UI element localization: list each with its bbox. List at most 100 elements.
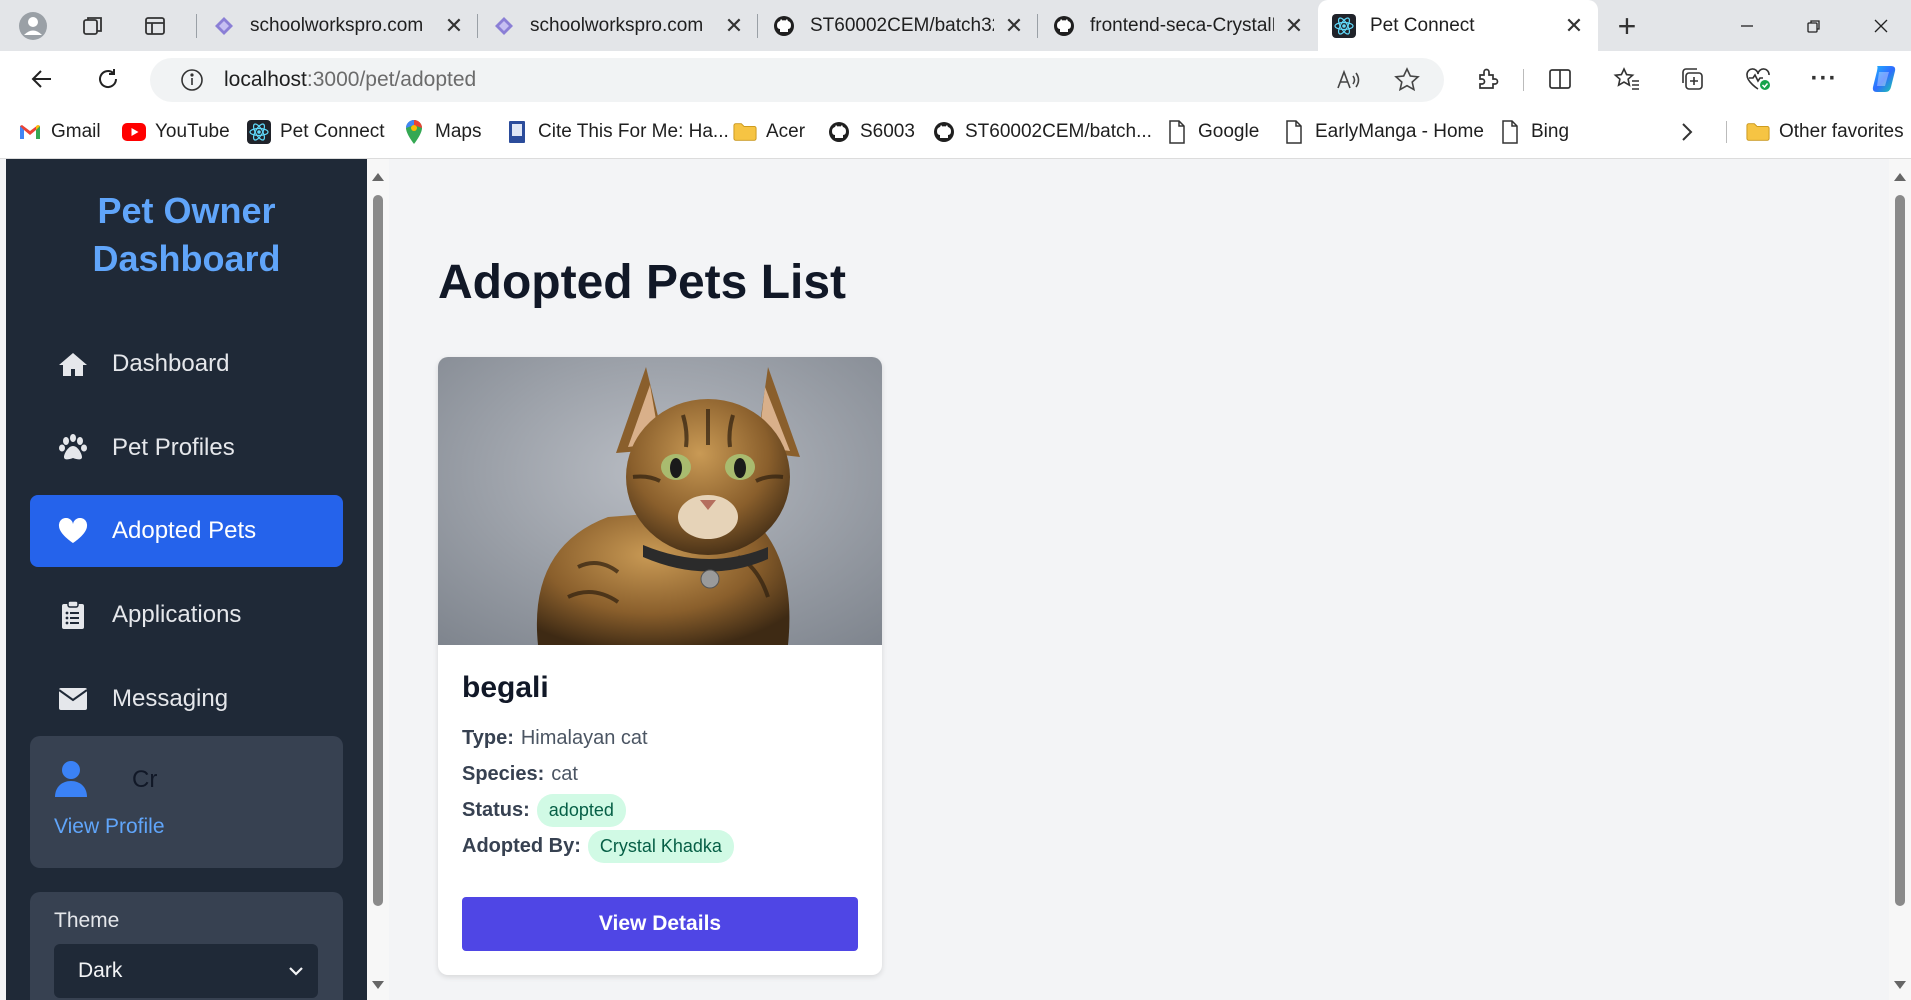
back-arrow-icon[interactable] bbox=[22, 60, 62, 98]
theme-select[interactable]: Dark bbox=[54, 944, 318, 998]
split-screen-icon[interactable] bbox=[1540, 60, 1580, 98]
page-icon bbox=[1165, 120, 1189, 144]
github-icon bbox=[827, 120, 851, 144]
sidebar-item-label: Dashboard bbox=[112, 350, 230, 377]
close-tab-icon[interactable]: ✕ bbox=[1004, 13, 1024, 39]
close-tab-icon[interactable]: ✕ bbox=[444, 13, 464, 39]
address-bar[interactable]: localhost:3000/pet/adopted bbox=[150, 58, 1444, 102]
read-aloud-icon[interactable] bbox=[1334, 66, 1364, 94]
site-info-icon[interactable] bbox=[170, 68, 214, 92]
scrollbar-thumb[interactable] bbox=[373, 195, 383, 906]
github-icon bbox=[932, 120, 956, 144]
profile-avatar-icon[interactable] bbox=[16, 9, 50, 43]
bookmark-label: Maps bbox=[435, 121, 482, 142]
bookmark-st60002cem[interactable]: ST60002CEM/batch... bbox=[932, 107, 1152, 157]
extensions-icon[interactable] bbox=[1468, 60, 1508, 98]
sidebar-item-label: Adopted Pets bbox=[112, 517, 257, 544]
bookmark-google[interactable]: Google bbox=[1165, 107, 1259, 157]
bookmark-label: Acer bbox=[766, 121, 806, 142]
tab-title: frontend-seca-CrystalK bbox=[1090, 14, 1274, 36]
bookmark-label: Other favorites bbox=[1779, 121, 1904, 142]
sidebar-item-adopted-pets[interactable]: Adopted Pets bbox=[30, 495, 343, 567]
favorites-icon[interactable] bbox=[1607, 60, 1647, 98]
close-tab-icon[interactable]: ✕ bbox=[1284, 13, 1304, 39]
tab-title: ST60002CEM/batch32a bbox=[810, 14, 994, 36]
reload-icon[interactable] bbox=[88, 60, 128, 98]
more-options-icon[interactable]: ··· bbox=[1804, 60, 1844, 98]
clipboard-icon bbox=[56, 600, 90, 630]
bookmark-bing[interactable]: Bing bbox=[1498, 107, 1569, 157]
bookmark-maps[interactable]: Maps bbox=[402, 107, 481, 157]
pet-status-label: Status: bbox=[462, 799, 530, 821]
bookmark-other-favorites[interactable]: Other favorites bbox=[1746, 107, 1904, 157]
bookmark-pet-connect[interactable]: Pet Connect bbox=[247, 107, 385, 157]
tab-github-batch[interactable]: ST60002CEM/batch32a ✕ bbox=[758, 0, 1038, 51]
scroll-down-arrow-icon[interactable] bbox=[1894, 981, 1906, 989]
bookmark-acer[interactable]: Acer bbox=[733, 107, 805, 157]
scrollbar-thumb[interactable] bbox=[1895, 195, 1905, 906]
status-badge: adopted bbox=[536, 794, 626, 827]
view-profile-link[interactable]: View Profile bbox=[54, 815, 165, 839]
adopter-badge: Crystal Khadka bbox=[587, 830, 734, 863]
restore-icon[interactable] bbox=[1784, 0, 1844, 51]
view-details-button[interactable]: View Details bbox=[462, 897, 858, 951]
collections-icon[interactable] bbox=[1672, 60, 1712, 98]
bookmark-s6003[interactable]: S6003 bbox=[827, 107, 915, 157]
bookmark-label: ST60002CEM/batch... bbox=[965, 121, 1152, 142]
sidebar: Pet Owner Dashboard Dashboard Pet Profil… bbox=[6, 159, 367, 1000]
tab-schoolworkspro-2[interactable]: schoolworkspro.com ✕ bbox=[478, 0, 758, 51]
scroll-up-arrow-icon[interactable] bbox=[1894, 173, 1906, 181]
react-icon bbox=[1332, 13, 1356, 38]
heart-icon bbox=[56, 516, 90, 546]
workspaces-icon[interactable] bbox=[76, 9, 110, 43]
bookmark-label: EarlyManga - Home bbox=[1315, 121, 1484, 142]
sidebar-item-applications[interactable]: Applications bbox=[30, 579, 343, 651]
bookmark-gmail[interactable]: Gmail bbox=[18, 107, 101, 157]
tab-schoolworkspro-1[interactable]: schoolworkspro.com ✕ bbox=[198, 0, 478, 51]
tab-title: Pet Connect bbox=[1370, 14, 1475, 36]
pet-name: begali bbox=[462, 671, 549, 704]
tab-pet-connect[interactable]: Pet Connect ✕ bbox=[1318, 0, 1598, 51]
tab-github-frontend[interactable]: frontend-seca-CrystalK ✕ bbox=[1038, 0, 1318, 51]
gmail-icon bbox=[18, 120, 42, 144]
close-tab-icon[interactable]: ✕ bbox=[1564, 13, 1584, 39]
page-title: Adopted Pets List bbox=[438, 256, 847, 309]
bookmarks-bar: Gmail YouTube Pet Connect Maps Cite This… bbox=[0, 107, 1911, 159]
favorite-star-icon[interactable] bbox=[1392, 66, 1422, 94]
tab-title: schoolworkspro.com bbox=[530, 14, 704, 36]
pet-species-row: Species: cat bbox=[462, 763, 578, 786]
close-tab-icon[interactable]: ✕ bbox=[724, 13, 744, 39]
sidebar-item-label: Applications bbox=[112, 601, 242, 628]
sidebar-item-label: Messaging bbox=[112, 685, 229, 712]
schoolworkspro-icon bbox=[212, 14, 236, 38]
browser-essentials-icon[interactable] bbox=[1738, 60, 1778, 98]
sidebar-item-dashboard[interactable]: Dashboard bbox=[30, 328, 343, 400]
minimize-icon[interactable] bbox=[1717, 0, 1777, 51]
copilot-icon[interactable] bbox=[1864, 60, 1904, 98]
home-icon bbox=[56, 349, 90, 379]
user-name: Cr bbox=[132, 766, 158, 793]
bookmark-earlymanga[interactable]: EarlyManga - Home bbox=[1282, 107, 1484, 157]
user-card: Cr View Profile bbox=[30, 736, 343, 868]
github-icon bbox=[772, 14, 796, 38]
pet-adopted-by-row: Adopted By: Crystal Khadka bbox=[462, 830, 734, 863]
bookmark-youtube[interactable]: YouTube bbox=[122, 107, 230, 157]
chevron-right-icon[interactable] bbox=[1680, 107, 1694, 157]
sidebar-item-messaging[interactable]: Messaging bbox=[30, 663, 343, 735]
sidebar-brand: Pet Owner Dashboard bbox=[92, 190, 281, 279]
scroll-down-arrow-icon[interactable] bbox=[372, 981, 384, 989]
sidebar-item-pet-profiles[interactable]: Pet Profiles bbox=[30, 412, 343, 484]
close-window-icon[interactable] bbox=[1851, 0, 1911, 51]
bookmark-label: Cite This For Me: Ha... bbox=[538, 121, 729, 142]
scroll-up-arrow-icon[interactable] bbox=[372, 173, 384, 181]
new-tab-icon[interactable]: + bbox=[1610, 8, 1644, 44]
page-scrollbar[interactable] bbox=[1889, 159, 1911, 1000]
sidebar-scrollbar[interactable] bbox=[367, 159, 389, 1000]
bookmark-label: Bing bbox=[1531, 121, 1570, 142]
bookmark-cite-this-for-me[interactable]: Cite This For Me: Ha... bbox=[505, 107, 729, 157]
pet-type-label: Type: bbox=[462, 727, 514, 749]
browser-toolbar: localhost:3000/pet/adopted ··· bbox=[0, 51, 1911, 107]
user-icon bbox=[54, 760, 88, 798]
tab-actions-icon[interactable] bbox=[138, 9, 172, 43]
theme-card: Theme Dark bbox=[30, 892, 343, 1000]
